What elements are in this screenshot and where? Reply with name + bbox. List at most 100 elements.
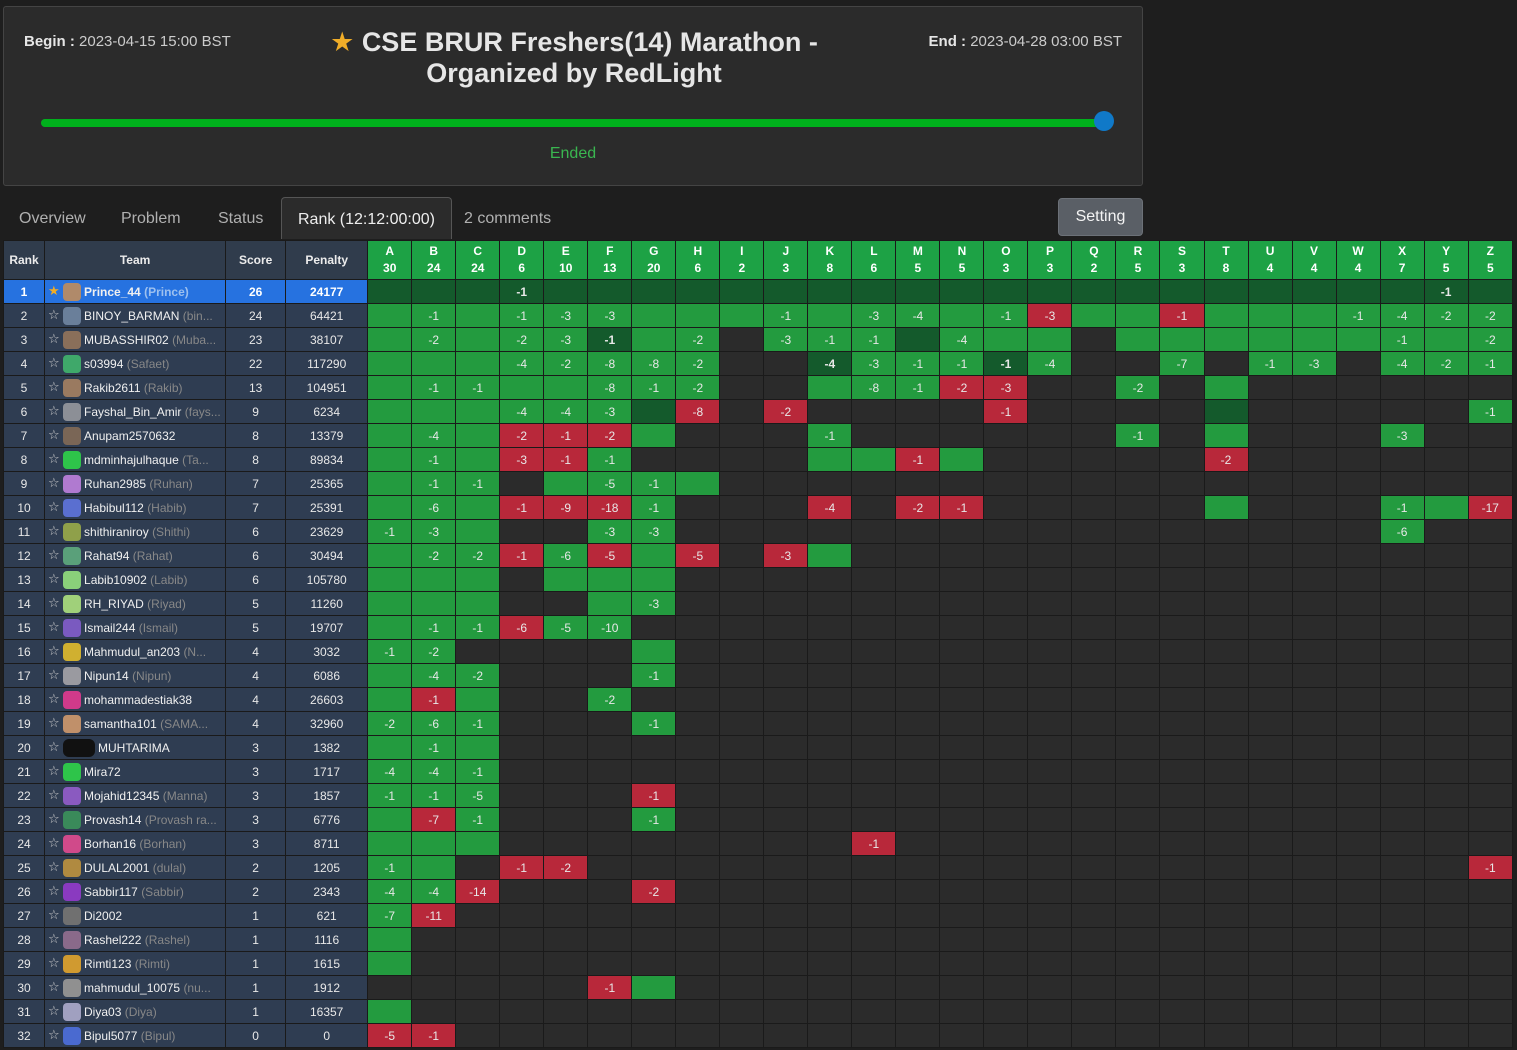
problem-cell-T[interactable]: -2 xyxy=(1203,447,1249,472)
problem-cell-K[interactable] xyxy=(807,447,853,472)
problem-cell-K[interactable]: -1 xyxy=(807,423,853,448)
col-score[interactable]: Score xyxy=(225,240,287,280)
star-icon[interactable]: ☆ xyxy=(48,955,62,971)
problem-cell-A[interactable] xyxy=(367,735,413,760)
problem-cell-L[interactable]: -3 xyxy=(851,303,897,328)
problem-cell-M[interactable]: -1 xyxy=(895,351,941,376)
problem-header-C[interactable]: C 24 xyxy=(455,240,501,280)
problem-header-V[interactable]: V4 xyxy=(1291,240,1337,280)
problem-cell-C[interactable]: -14 xyxy=(455,879,501,904)
problem-cell-T[interactable] xyxy=(1203,303,1249,328)
problem-header-R[interactable]: R5 xyxy=(1115,240,1161,280)
problem-cell-I[interactable] xyxy=(719,279,765,304)
problem-cell-A[interactable] xyxy=(367,831,413,856)
star-icon[interactable]: ☆ xyxy=(48,451,62,467)
username-link[interactable]: DULAL2001 xyxy=(84,861,149,875)
problem-cell-C[interactable] xyxy=(455,519,501,544)
problem-cell-G[interactable]: -1 xyxy=(631,471,677,496)
problem-cell-E[interactable]: -9 xyxy=(543,495,589,520)
star-icon[interactable]: ☆ xyxy=(48,859,62,875)
problem-cell-A[interactable]: -2 xyxy=(367,711,413,736)
star-icon[interactable]: ☆ xyxy=(48,811,62,827)
problem-cell-C[interactable]: -1 xyxy=(455,807,501,832)
star-icon[interactable]: ☆ xyxy=(48,763,62,779)
problem-cell-D[interactable]: -1 xyxy=(499,495,545,520)
username-link[interactable]: Anupam2570632 xyxy=(84,429,175,443)
username-link[interactable]: Di2002 xyxy=(84,909,122,923)
problem-cell-F[interactable] xyxy=(587,279,633,304)
problem-cell-B[interactable]: -1 xyxy=(411,687,457,712)
problem-cell-F[interactable]: -3 xyxy=(587,399,633,424)
problem-cell-X[interactable] xyxy=(1379,279,1425,304)
problem-cell-R[interactable]: -2 xyxy=(1115,375,1161,400)
problem-cell-H[interactable]: -2 xyxy=(675,327,721,352)
problem-cell-B[interactable]: -2 xyxy=(411,327,457,352)
problem-cell-F[interactable]: -18 xyxy=(587,495,633,520)
problem-cell-M[interactable]: -2 xyxy=(895,495,941,520)
problem-cell-G[interactable]: -2 xyxy=(631,879,677,904)
problem-cell-B[interactable]: -1 xyxy=(411,783,457,808)
problem-header-F[interactable]: F 13 xyxy=(587,240,633,280)
username-link[interactable]: Nipun14 xyxy=(84,669,129,683)
problem-cell-K[interactable] xyxy=(807,279,853,304)
problem-header-D[interactable]: D6 xyxy=(499,240,545,280)
problem-cell-C[interactable]: -1 xyxy=(455,375,501,400)
problem-header-B[interactable]: B 24 xyxy=(411,240,457,280)
problem-cell-A[interactable] xyxy=(367,423,413,448)
star-icon[interactable]: ☆ xyxy=(48,355,62,371)
problem-cell-B[interactable]: -1 xyxy=(411,471,457,496)
problem-header-J[interactable]: J3 xyxy=(763,240,809,280)
problem-cell-A[interactable] xyxy=(367,471,413,496)
problem-cell-X[interactable]: -4 xyxy=(1379,351,1425,376)
problem-cell-D[interactable]: -2 xyxy=(499,423,545,448)
problem-cell-K[interactable]: -4 xyxy=(807,351,853,376)
problem-cell-L[interactable] xyxy=(851,279,897,304)
problem-cell-O[interactable]: -1 xyxy=(983,303,1029,328)
username-link[interactable]: Labib10902 xyxy=(84,573,147,587)
problem-cell-G[interactable]: -1 xyxy=(631,495,677,520)
problem-cell-A[interactable] xyxy=(367,375,413,400)
problem-cell-A[interactable]: -1 xyxy=(367,783,413,808)
problem-cell-Y[interactable]: -2 xyxy=(1423,351,1469,376)
problem-cell-B[interactable]: -2 xyxy=(411,543,457,568)
problem-cell-G[interactable]: -8 xyxy=(631,351,677,376)
problem-cell-N[interactable]: -1 xyxy=(939,351,985,376)
problem-cell-F[interactable] xyxy=(587,591,633,616)
problem-cell-A[interactable]: -1 xyxy=(367,855,413,880)
problem-cell-H[interactable] xyxy=(675,471,721,496)
problem-cell-C[interactable] xyxy=(455,735,501,760)
problem-cell-D[interactable]: -3 xyxy=(499,447,545,472)
problem-header-M[interactable]: M5 xyxy=(895,240,941,280)
star-icon[interactable]: ☆ xyxy=(48,595,62,611)
problem-cell-N[interactable]: -4 xyxy=(939,327,985,352)
username-link[interactable]: Rakib2611 xyxy=(84,381,140,395)
problem-cell-B[interactable]: -3 xyxy=(411,519,457,544)
problem-cell-W[interactable] xyxy=(1335,327,1381,352)
username-link[interactable]: Ismail244 xyxy=(84,621,135,635)
star-icon[interactable]: ☆ xyxy=(48,691,62,707)
problem-cell-F[interactable]: -2 xyxy=(587,423,633,448)
col-rank[interactable]: Rank xyxy=(3,240,46,280)
star-icon[interactable]: ☆ xyxy=(48,619,62,635)
problem-cell-A[interactable] xyxy=(367,279,413,304)
problem-cell-E[interactable]: -5 xyxy=(543,615,589,640)
problem-header-Y[interactable]: Y5 xyxy=(1423,240,1469,280)
username-link[interactable]: Mojahid12345 xyxy=(84,789,159,803)
problem-cell-B[interactable] xyxy=(411,855,457,880)
problem-cell-T[interactable] xyxy=(1203,495,1249,520)
problem-cell-C[interactable]: -5 xyxy=(455,783,501,808)
problem-cell-O[interactable]: -3 xyxy=(983,375,1029,400)
problem-cell-C[interactable] xyxy=(455,591,501,616)
problem-cell-A[interactable] xyxy=(367,399,413,424)
problem-cell-G[interactable]: -1 xyxy=(631,783,677,808)
problem-cell-J[interactable]: -3 xyxy=(763,543,809,568)
problem-cell-D[interactable]: -1 xyxy=(499,279,545,304)
problem-cell-D[interactable]: -1 xyxy=(499,543,545,568)
problem-cell-M[interactable] xyxy=(895,327,941,352)
username-link[interactable]: Rahat94 xyxy=(84,549,129,563)
problem-cell-G[interactable] xyxy=(631,639,677,664)
problem-header-U[interactable]: U4 xyxy=(1247,240,1293,280)
problem-cell-V[interactable] xyxy=(1291,279,1337,304)
problem-cell-G[interactable] xyxy=(631,423,677,448)
username-link[interactable]: Provash14 xyxy=(84,813,141,827)
